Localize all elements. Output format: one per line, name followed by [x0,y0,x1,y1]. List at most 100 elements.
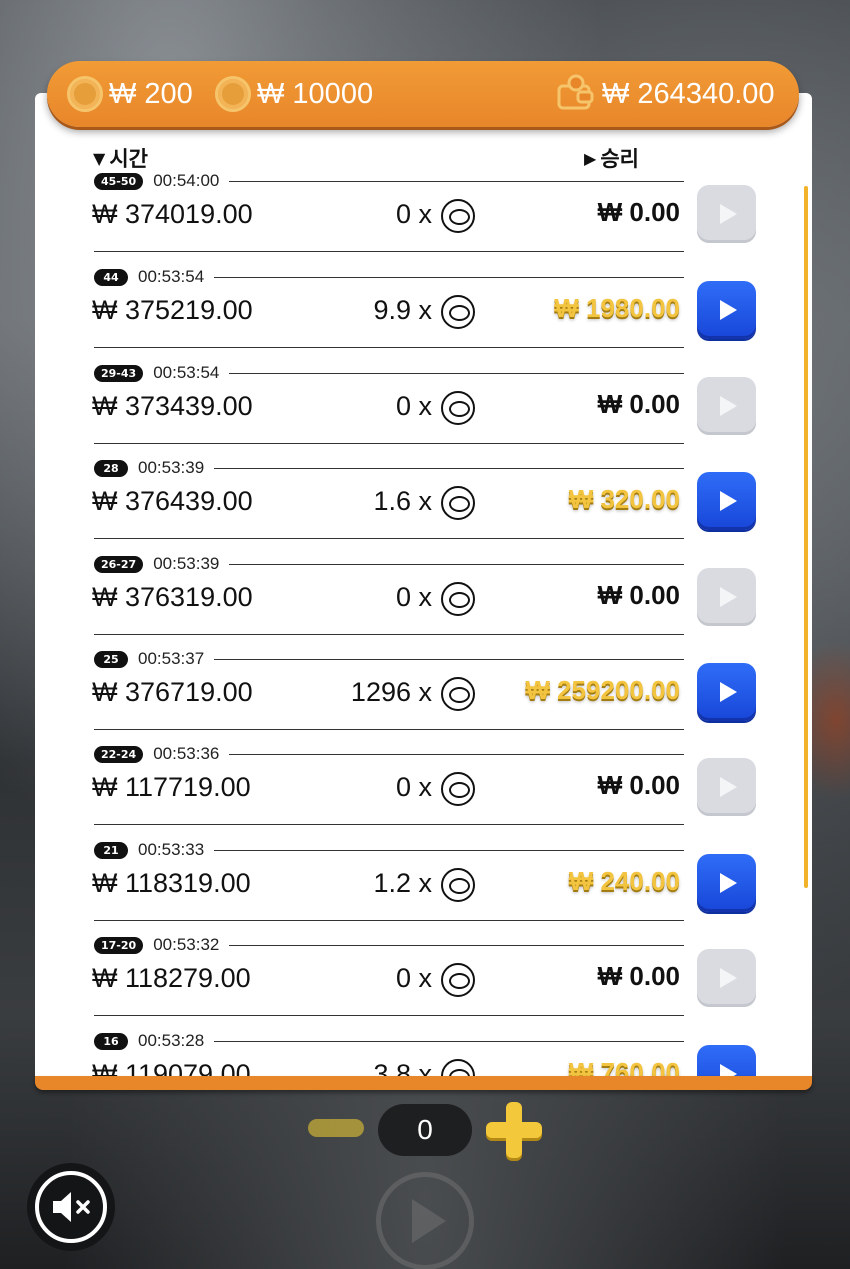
increase-button[interactable] [486,1102,542,1158]
play-icon [720,968,737,988]
row-time: 00:53:39 [153,554,220,573]
row-time: 00:53:54 [153,363,220,382]
row-bet: ₩ 374019.00 [92,199,253,229]
row-multiplier: 0 x [395,391,432,421]
total-bet-value: ₩ 10000 [257,77,374,110]
replay-button[interactable] [697,568,756,626]
row-bet: ₩ 376319.00 [92,582,253,612]
replay-button[interactable] [697,377,756,435]
row-time: 00:53:39 [138,458,205,477]
play-icon [720,204,737,224]
divider [94,538,684,539]
bet-amount[interactable]: ₩ 200 [67,76,193,112]
row-header: 44 00:53:54 [94,267,684,287]
row-multiplier: 0 x [395,582,432,612]
history-row: 16 00:53:28 ₩ 119079.00 3.8 x ₩ 760.00 [35,1031,812,1076]
replay-button[interactable] [697,185,756,243]
divider [229,753,684,755]
coin-icon [441,391,475,425]
replay-button[interactable] [697,281,756,339]
row-bet: ₩ 373439.00 [92,391,253,421]
balance-value: ₩ 264340.00 [602,77,775,110]
row-time: 00:53:54 [138,267,205,286]
history-row: 29-43 00:53:54 ₩ 373439.00 0 x ₩ 0.00 [35,363,812,459]
sound-button-ring [35,1171,107,1243]
divider [94,347,684,348]
round-badge: 45-50 [94,172,144,190]
play-icon [720,300,737,320]
win-column-label: 승리 [600,147,639,171]
row-win: ₩ 760.00 [568,1057,680,1076]
row-header: 26-27 00:53:39 [94,554,684,574]
replay-button[interactable] [697,663,756,721]
history-row: 21 00:53:33 ₩ 118319.00 1.2 x ₩ 240.00 [35,840,812,936]
round-badge: 21 [94,841,128,859]
replay-button[interactable] [697,949,756,1007]
play-icon [720,873,737,893]
replay-button[interactable] [697,854,756,912]
round-badge: 17-20 [94,936,144,954]
row-header: 45-50 00:54:00 [94,172,684,191]
time-column-label: 시간 [109,147,148,171]
round-badge: 16 [94,1032,128,1050]
divider [229,180,684,182]
spin-button[interactable] [376,1172,474,1269]
row-header: 22-24 00:53:36 [94,744,684,764]
divider [229,944,684,946]
row-win: ₩ 1980.00 [554,293,680,323]
row-time: 00:53:36 [153,744,220,763]
play-icon [720,777,737,797]
plus-icon-vertical [506,1102,522,1158]
coin-icon [67,76,103,112]
decrease-button[interactable] [308,1119,364,1137]
row-win: ₩ 0.00 [597,961,680,991]
speaker-muted-icon [53,1192,90,1222]
replay-button[interactable] [697,758,756,816]
sound-toggle-button[interactable] [27,1163,115,1251]
scrollbar[interactable] [804,186,808,888]
row-bet: ₩ 376719.00 [92,677,253,707]
sort-right-icon: ▶ [584,148,597,168]
coin-icon [441,1059,475,1076]
replay-button[interactable] [697,1045,756,1076]
coin-icon [441,868,475,902]
coin-icon [215,76,251,112]
round-badge: 22-24 [94,745,144,763]
play-icon [720,396,737,416]
divider [94,824,684,825]
bet-amount-value: ₩ 200 [109,77,193,110]
row-multiplier: 9.9 x [373,295,432,325]
round-badge: 44 [94,268,128,286]
row-time: 00:53:37 [138,649,205,668]
sort-down-icon: ▼ [93,148,106,168]
total-bet: ₩ 10000 [215,76,373,112]
wallet-icon [557,74,594,110]
history-row: 17-20 00:53:32 ₩ 118279.00 0 x ₩ 0.00 [35,935,812,1031]
coin-icon [441,582,475,616]
divider [229,563,684,565]
row-header: 25 00:53:37 [94,649,684,669]
row-multiplier: 0 x [395,772,432,802]
history-row: 28 00:53:39 ₩ 376439.00 1.6 x ₩ 320.00 [35,458,812,554]
round-badge: 26-27 [94,555,144,573]
row-header: 17-20 00:53:32 [94,935,684,955]
coin-icon [441,963,475,997]
round-badge: 25 [94,650,128,668]
divider [94,729,684,730]
win-column-header[interactable]: ▶ 승리 [584,143,639,173]
replay-button[interactable] [697,472,756,530]
play-icon [720,682,737,702]
row-bet: ₩ 375219.00 [92,295,253,325]
coin-icon [441,486,475,520]
time-column-header[interactable]: ▼ 시간 [93,143,148,173]
coin-icon [441,677,475,711]
row-header: 28 00:53:39 [94,458,684,478]
row-multiplier: 0 x [395,199,432,229]
row-win: ₩ 320.00 [568,484,680,514]
history-list[interactable]: 45-50 00:54:00 ₩ 374019.00 0 x ₩ 0.00 44… [35,172,812,1076]
divider [94,251,684,252]
coin-icon [441,772,475,806]
row-multiplier: 1296 x [350,677,432,707]
divider [214,658,684,660]
row-bet: ₩ 118319.00 [92,868,251,898]
